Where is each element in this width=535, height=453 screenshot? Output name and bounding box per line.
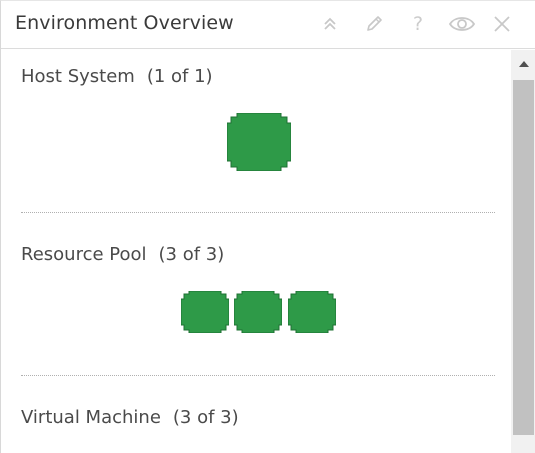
section-divider	[21, 375, 495, 376]
close-icon[interactable]	[489, 11, 515, 37]
section-name: Host System	[21, 66, 135, 87]
section-name: Resource Pool	[21, 244, 147, 265]
resource-pool-health-icon[interactable]	[287, 290, 337, 337]
section-count: (1 of 1)	[146, 66, 213, 87]
view-icon[interactable]	[447, 11, 477, 37]
resource-pool-health-icon[interactable]	[180, 290, 230, 337]
scrollbar-thumb[interactable]	[513, 80, 534, 435]
section-divider	[21, 212, 495, 213]
resource-pool-health-icon[interactable]	[233, 290, 283, 337]
widget-title: Environment Overview	[15, 12, 234, 34]
section-name: Virtual Machine	[21, 407, 161, 428]
scroll-up-arrow-icon[interactable]	[511, 50, 535, 78]
environment-overview-widget: Environment Overview ? Host System (1 of…	[0, 0, 535, 453]
collapse-icon[interactable]	[317, 11, 343, 37]
section-label: Host System (1 of 1)	[21, 66, 213, 87]
widget-content: Host System (1 of 1) Resource Pool (3 of 3…	[1, 50, 511, 453]
section-count: (3 of 3)	[172, 407, 239, 428]
help-glyph: ?	[412, 13, 424, 35]
widget-header: Environment Overview ?	[1, 1, 535, 49]
section-count: (3 of 3)	[158, 244, 225, 265]
edit-icon[interactable]	[361, 11, 387, 37]
vertical-scrollbar[interactable]	[511, 50, 535, 453]
host-system-health-icon[interactable]	[226, 112, 292, 175]
section-label: Virtual Machine (3 of 3)	[21, 407, 239, 428]
section-label: Resource Pool (3 of 3)	[21, 244, 224, 265]
help-icon[interactable]: ?	[405, 11, 431, 37]
